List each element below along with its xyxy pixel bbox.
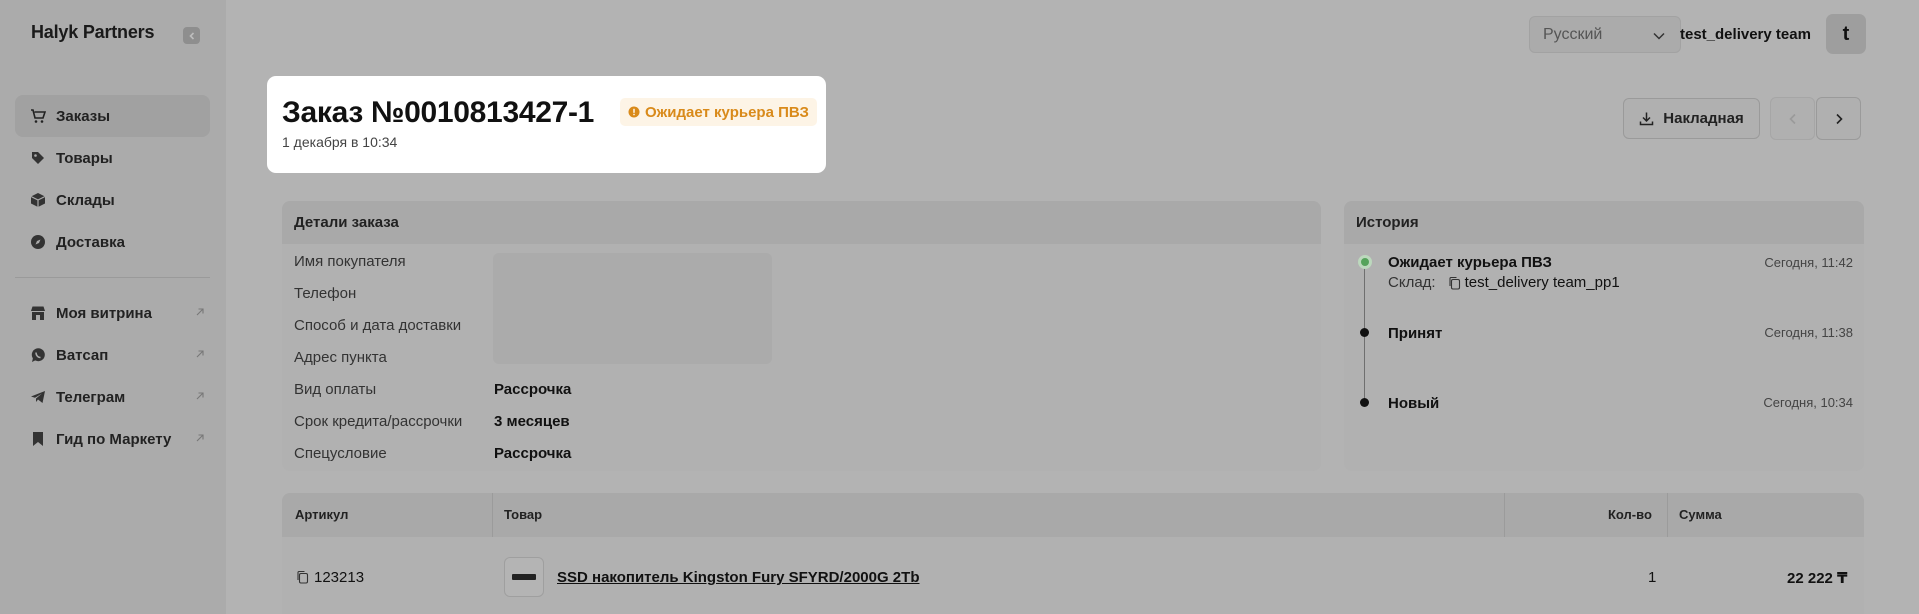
history-event-time: Сегодня, 11:42 — [1764, 255, 1853, 270]
sidebar-link-whatsapp[interactable]: Ватсап — [15, 334, 210, 376]
invoice-label: Накладная — [1663, 110, 1744, 127]
product-link[interactable]: SSD накопитель Kingston Fury SFYRD/2000G… — [557, 569, 919, 586]
product-thumbnail — [504, 557, 544, 597]
invoice-download-button[interactable]: Накладная — [1623, 98, 1760, 139]
timeline-dot — [1360, 398, 1369, 407]
order-details-panel: Детали заказа Имя покупателя Телефон Спо… — [282, 201, 1321, 471]
table-header: Артикул Товар Кол-во Сумма — [282, 493, 1864, 537]
detail-label: Способ и дата доставки — [294, 317, 462, 334]
external-link-icon — [196, 350, 204, 358]
timeline-dot — [1360, 328, 1369, 337]
product-sku: 123213 — [314, 569, 365, 586]
order-date: 1 декабря в 10:34 — [282, 134, 398, 150]
sidebar-nav: Заказы Товары Склады Доставка Моя витрин… — [15, 95, 210, 460]
order-header-card: Заказ №0010813427-1 Ожидает курьера ПВЗ … — [267, 76, 826, 173]
detail-label: Срок кредита/рассрочки — [294, 413, 463, 430]
detail-value: 3 месяцев — [494, 413, 570, 430]
sidebar-item-products[interactable]: Товары — [15, 137, 210, 179]
external-link-icon — [196, 434, 204, 442]
product-sum: 22 222 ₸ — [1787, 570, 1848, 587]
language-value: Русский — [1543, 25, 1603, 43]
external-link-icon — [196, 308, 204, 316]
compass-icon — [30, 234, 46, 250]
sidebar-item-label: Доставка — [56, 233, 125, 251]
history-heading: История — [1344, 201, 1864, 244]
column-divider — [1504, 493, 1505, 537]
box-icon — [30, 192, 46, 208]
detail-value: Рассрочка — [494, 381, 572, 398]
status-info-icon — [628, 106, 640, 118]
order-details-heading: Детали заказа — [282, 201, 1321, 244]
previous-order-button[interactable] — [1770, 97, 1815, 140]
warehouse-value: test_delivery team_pp1 — [1464, 274, 1620, 291]
column-divider — [1667, 493, 1668, 537]
detail-label: Спецусловие — [294, 445, 387, 462]
history-event-title: Ожидает курьера ПВЗ — [1388, 254, 1552, 271]
sidebar: Halyk Partners Заказы Товары Склады Дост… — [0, 0, 226, 614]
history-event-title: Принят — [1388, 325, 1443, 342]
sidebar-link-storefront[interactable]: Моя витрина — [15, 292, 210, 334]
store-icon — [30, 305, 46, 321]
sidebar-link-market-guide[interactable]: Гид по Маркету — [15, 418, 210, 460]
sidebar-link-telegram[interactable]: Телеграм — [15, 376, 210, 418]
detail-label: Телефон — [294, 285, 357, 302]
column-header-sku: Артикул — [295, 507, 349, 522]
column-header-qty: Кол-во — [1608, 507, 1652, 522]
sidebar-item-orders[interactable]: Заказы — [15, 95, 210, 137]
history-event-time: Сегодня, 10:34 — [1763, 395, 1853, 410]
detail-value: Рассрочка — [494, 445, 572, 462]
history-event-title: Новый — [1388, 395, 1440, 412]
product-qty: 1 — [1648, 569, 1657, 586]
language-select[interactable]: Русский — [1529, 16, 1681, 53]
bookmark-icon — [30, 431, 46, 447]
tag-icon — [30, 150, 46, 166]
sidebar-item-delivery[interactable]: Доставка — [15, 221, 210, 263]
sidebar-item-label: Заказы — [56, 107, 111, 125]
telegram-icon — [30, 389, 46, 405]
collapse-sidebar-button[interactable] — [183, 27, 200, 44]
redacted-customer-info — [493, 253, 772, 364]
status-text: Ожидает курьера ПВЗ — [645, 103, 809, 121]
column-divider — [492, 493, 493, 537]
download-icon — [1640, 112, 1654, 126]
sidebar-item-label: Моя витрина — [56, 304, 152, 322]
status-badge: Ожидает курьера ПВЗ — [620, 98, 817, 126]
copy-icon[interactable] — [296, 570, 309, 584]
sidebar-divider — [15, 277, 210, 278]
whatsapp-icon — [30, 347, 46, 363]
column-header-sum: Сумма — [1679, 507, 1722, 522]
user-name[interactable]: test_delivery team — [1680, 26, 1811, 43]
detail-label: Имя покупателя — [294, 253, 406, 270]
sidebar-item-label: Телеграм — [56, 388, 126, 406]
timeline-dot-active — [1358, 255, 1372, 269]
column-header-product: Товар — [504, 507, 543, 522]
next-order-button[interactable] — [1816, 97, 1861, 140]
history-panel: История Ожидает курьера ПВЗ Сегодня, 11:… — [1344, 201, 1864, 471]
copy-icon[interactable] — [1448, 276, 1461, 290]
sidebar-item-warehouses[interactable]: Склады — [15, 179, 210, 221]
avatar[interactable]: t — [1826, 14, 1866, 54]
detail-label: Адрес пункта — [294, 349, 387, 366]
external-link-icon — [196, 392, 204, 400]
sidebar-item-label: Товары — [56, 149, 113, 167]
history-event-time: Сегодня, 11:38 — [1764, 325, 1853, 340]
sidebar-item-label: Склады — [56, 191, 115, 209]
cart-icon — [30, 108, 46, 124]
chevron-down-icon — [1653, 32, 1665, 40]
detail-label: Вид оплаты — [294, 381, 377, 398]
products-table: Артикул Товар Кол-во Сумма 123213 SSD на… — [282, 493, 1864, 614]
sidebar-item-label: Ватсап — [56, 346, 109, 364]
warehouse-label: Склад: — [1388, 274, 1436, 291]
chevron-right-icon — [1835, 113, 1843, 124]
page-title: Заказ №0010813427-1 — [282, 96, 595, 129]
chevron-left-icon — [188, 31, 194, 40]
chevron-left-icon — [1788, 113, 1796, 124]
app-logo[interactable]: Halyk Partners — [31, 22, 154, 43]
history-event-warehouse: Склад: test_delivery team_pp1 — [1388, 274, 1620, 291]
sidebar-item-label: Гид по Маркету — [56, 430, 172, 448]
